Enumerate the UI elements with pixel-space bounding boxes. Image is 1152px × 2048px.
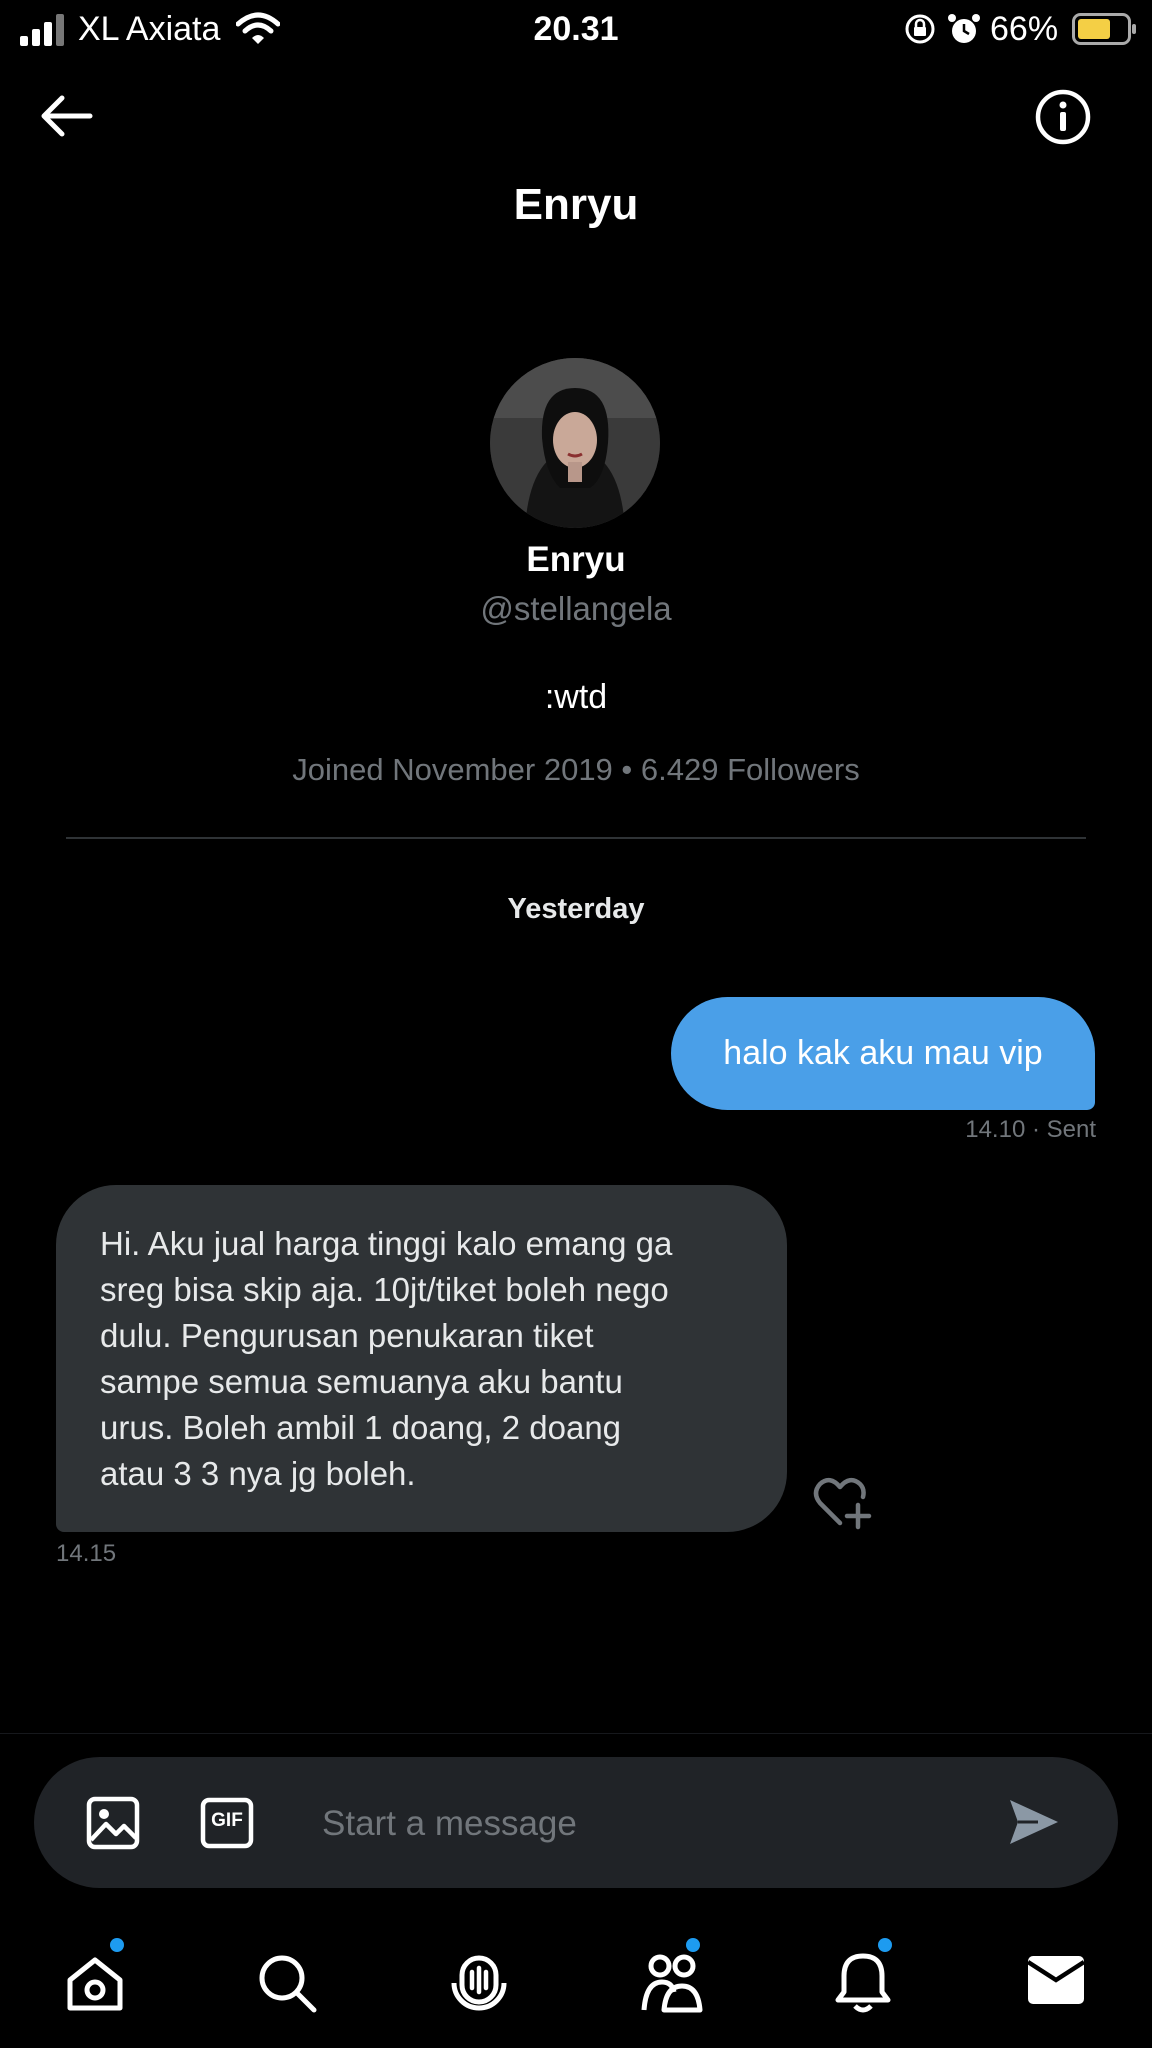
avatar[interactable]	[490, 358, 660, 528]
gif-button[interactable]: GIF	[200, 1797, 254, 1849]
message-input[interactable]	[320, 1795, 964, 1853]
received-message-line: sreg bisa skip aja. 10jt/tiket boleh neg…	[100, 1271, 669, 1308]
profile-bio: :wtd	[544, 678, 608, 716]
nav-home[interactable]	[64, 1938, 126, 2019]
header-title: Enryu	[513, 180, 639, 229]
notification-dot	[686, 1938, 700, 1952]
date-separator: Yesterday	[507, 893, 645, 925]
received-message-line: sampe semua semuanya aku bantu	[100, 1363, 623, 1400]
send-icon[interactable]	[1008, 1797, 1060, 1847]
sent-message-text: halo kak aku mau vip	[723, 1034, 1043, 1072]
sent-message-meta: 14.10 · Sent	[965, 1116, 1096, 1143]
profile-handle: @stellangela	[480, 590, 672, 627]
battery-icon	[1072, 13, 1136, 45]
received-message-bubble[interactable]: Hi. Aku jual harga tinggi kalo emang ga …	[56, 1185, 787, 1532]
messages-icon	[1026, 1956, 1086, 2004]
nav-notifications[interactable]	[834, 1938, 892, 2019]
status-bar: XL Axiata 20.31 66%	[0, 0, 1152, 60]
avatar-photo	[490, 358, 660, 528]
composer-divider	[0, 1733, 1152, 1734]
back-arrow-icon[interactable]	[38, 92, 94, 140]
profile-meta: Joined November 2019 • 6.429 Followers	[292, 752, 860, 787]
image-icon[interactable]	[86, 1796, 140, 1850]
home-icon	[67, 1957, 123, 2011]
profile-name: Enryu	[526, 540, 626, 579]
notification-dot	[878, 1938, 892, 1952]
gif-label: GIF	[211, 1810, 243, 1831]
received-message-line: atau 3 3 nya jg boleh.	[100, 1455, 416, 1492]
battery-percent: 66%	[990, 10, 1059, 48]
received-message-line: urus. Boleh ambil 1 doang, 2 doang	[100, 1409, 622, 1446]
received-message-time: 14.15	[56, 1540, 117, 1567]
spaces-icon	[451, 1955, 507, 2011]
nav-messages[interactable]	[1026, 1952, 1086, 2013]
received-message-line: Hi. Aku jual harga tinggi kalo emang ga	[100, 1225, 673, 1262]
sent-message-bubble[interactable]: halo kak aku mau vip	[671, 997, 1095, 1110]
divider	[66, 837, 1086, 839]
nav-communities[interactable]	[640, 1938, 704, 2019]
notification-dot	[110, 1938, 124, 1952]
heart-plus-icon[interactable]	[812, 1473, 874, 1531]
notifications-icon	[835, 1953, 891, 2013]
orientation-lock-icon	[905, 14, 935, 44]
received-message-line: dulu. Pengurusan penukaran tiket	[100, 1317, 594, 1354]
info-icon[interactable]	[1034, 88, 1092, 146]
communities-icon	[641, 1954, 703, 2013]
nav-search[interactable]	[256, 1952, 318, 2019]
alarm-icon	[948, 14, 980, 43]
search-icon	[259, 1955, 317, 2013]
nav-spaces[interactable]	[448, 1952, 510, 2019]
